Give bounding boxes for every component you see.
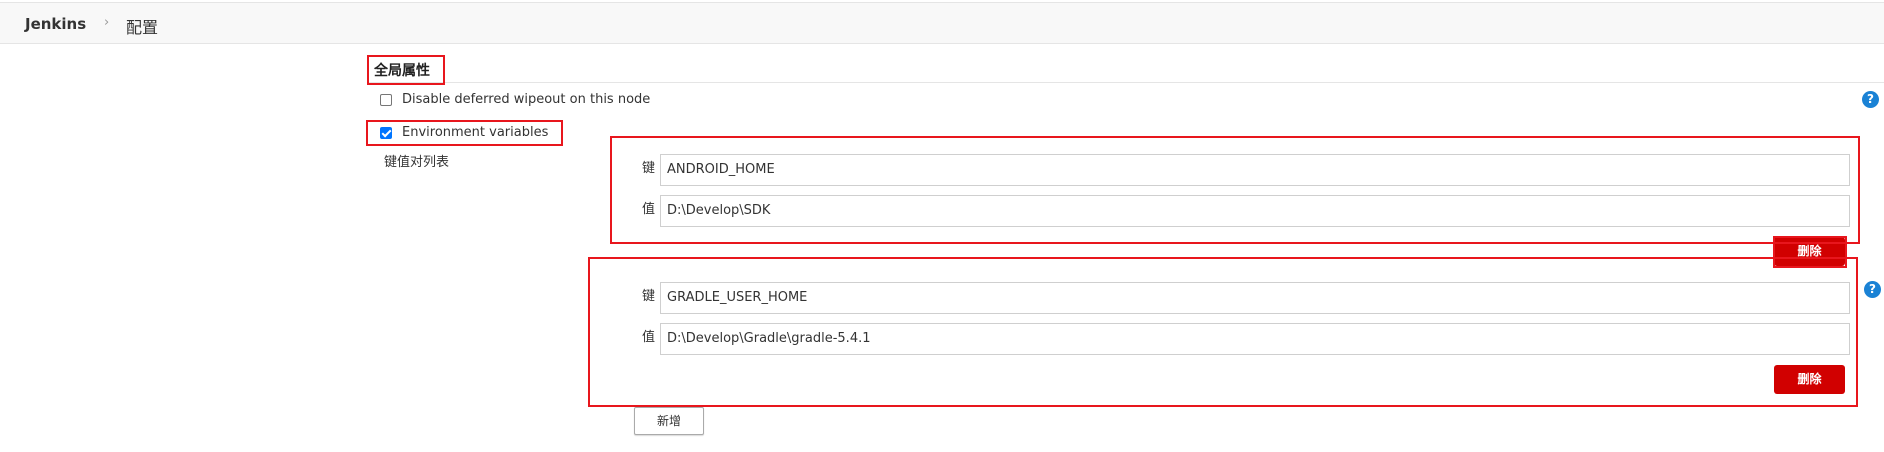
- key-value-list-label: 键值对列表: [384, 155, 450, 170]
- wipeout-checkbox[interactable]: [380, 93, 392, 106]
- key-label: 键: [642, 161, 656, 176]
- delete-button[interactable]: 删除: [1774, 365, 1845, 394]
- breadcrumb-bar: Jenkins › 配置: [0, 2, 1884, 44]
- value-label: 值: [642, 202, 656, 217]
- key-label: 键: [642, 289, 656, 304]
- wipeout-option[interactable]: Disable deferred wipeout on this node: [380, 92, 650, 107]
- annotation-box-entry-1: [610, 136, 1860, 244]
- env-vars-option[interactable]: Environment variables: [380, 125, 548, 140]
- breadcrumb-current-page: 配置: [126, 18, 159, 37]
- breadcrumb-separator-icon: ›: [104, 15, 110, 30]
- env-vars-label[interactable]: Environment variables: [402, 125, 548, 140]
- section-title-global-properties: 全局属性: [374, 63, 430, 79]
- help-icon-wipeout[interactable]: ?: [1862, 91, 1879, 108]
- add-button[interactable]: 新增: [634, 407, 704, 435]
- wipeout-label[interactable]: Disable deferred wipeout on this node: [402, 92, 650, 107]
- help-icon-env-vars[interactable]: ?: [1864, 281, 1881, 298]
- breadcrumb-jenkins-link[interactable]: Jenkins: [25, 15, 86, 33]
- env-key-input[interactable]: ANDROID_HOME: [660, 154, 1850, 186]
- delete-button[interactable]: 删除: [1774, 237, 1845, 266]
- jenkins-config-page: Jenkins › 配置 全局属性 Disable deferred wipeo…: [0, 0, 1884, 452]
- env-key-input[interactable]: GRADLE_USER_HOME: [660, 282, 1850, 314]
- value-label: 值: [642, 330, 656, 345]
- env-value-input[interactable]: D:\Develop\Gradle\gradle-5.4.1: [660, 323, 1850, 355]
- env-value-input[interactable]: D:\Develop\SDK: [660, 195, 1850, 227]
- section-divider: [368, 82, 1884, 83]
- env-vars-checkbox[interactable]: [380, 126, 392, 139]
